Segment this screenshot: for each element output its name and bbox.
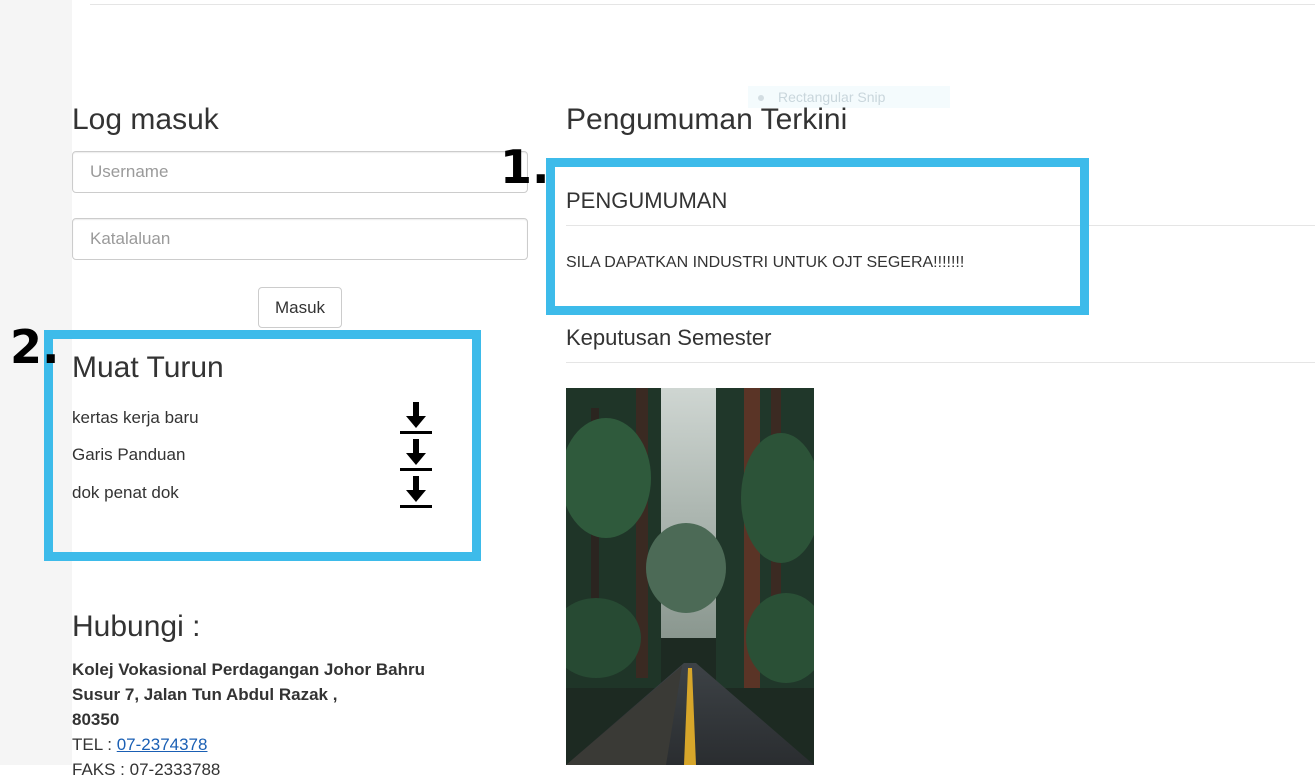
address-line: Susur 7, Jalan Tun Abdul Razak , xyxy=(72,685,338,704)
contact-heading: Hubungi : xyxy=(72,610,201,643)
login-heading: Log masuk xyxy=(72,103,219,136)
postcode: 80350 xyxy=(72,710,120,729)
snip-dot-icon xyxy=(758,95,764,102)
callout-number-2: 2. xyxy=(10,320,60,374)
telephone: TEL : 07-2374378 xyxy=(72,735,207,755)
announcements-heading: Pengumuman Terkini xyxy=(566,103,848,136)
username-input[interactable] xyxy=(72,151,528,193)
top-divider xyxy=(90,4,1315,5)
results-heading: Keputusan Semester xyxy=(566,325,772,350)
callout-box-2 xyxy=(44,330,481,561)
address-line: Kolej Vokasional Perdagangan Johor Bahru xyxy=(72,660,425,679)
fax-line: FAKS : 07-2333788 xyxy=(72,760,221,779)
telephone-link[interactable]: 07-2374378 xyxy=(117,735,208,754)
telephone-label: TEL : xyxy=(72,735,117,754)
password-input[interactable] xyxy=(72,218,528,260)
forest-road-photo xyxy=(566,388,814,765)
callout-number-1: 1. xyxy=(500,140,550,194)
callout-box-1 xyxy=(546,158,1089,315)
login-button[interactable]: Masuk xyxy=(258,287,342,328)
results-divider xyxy=(566,362,1315,363)
